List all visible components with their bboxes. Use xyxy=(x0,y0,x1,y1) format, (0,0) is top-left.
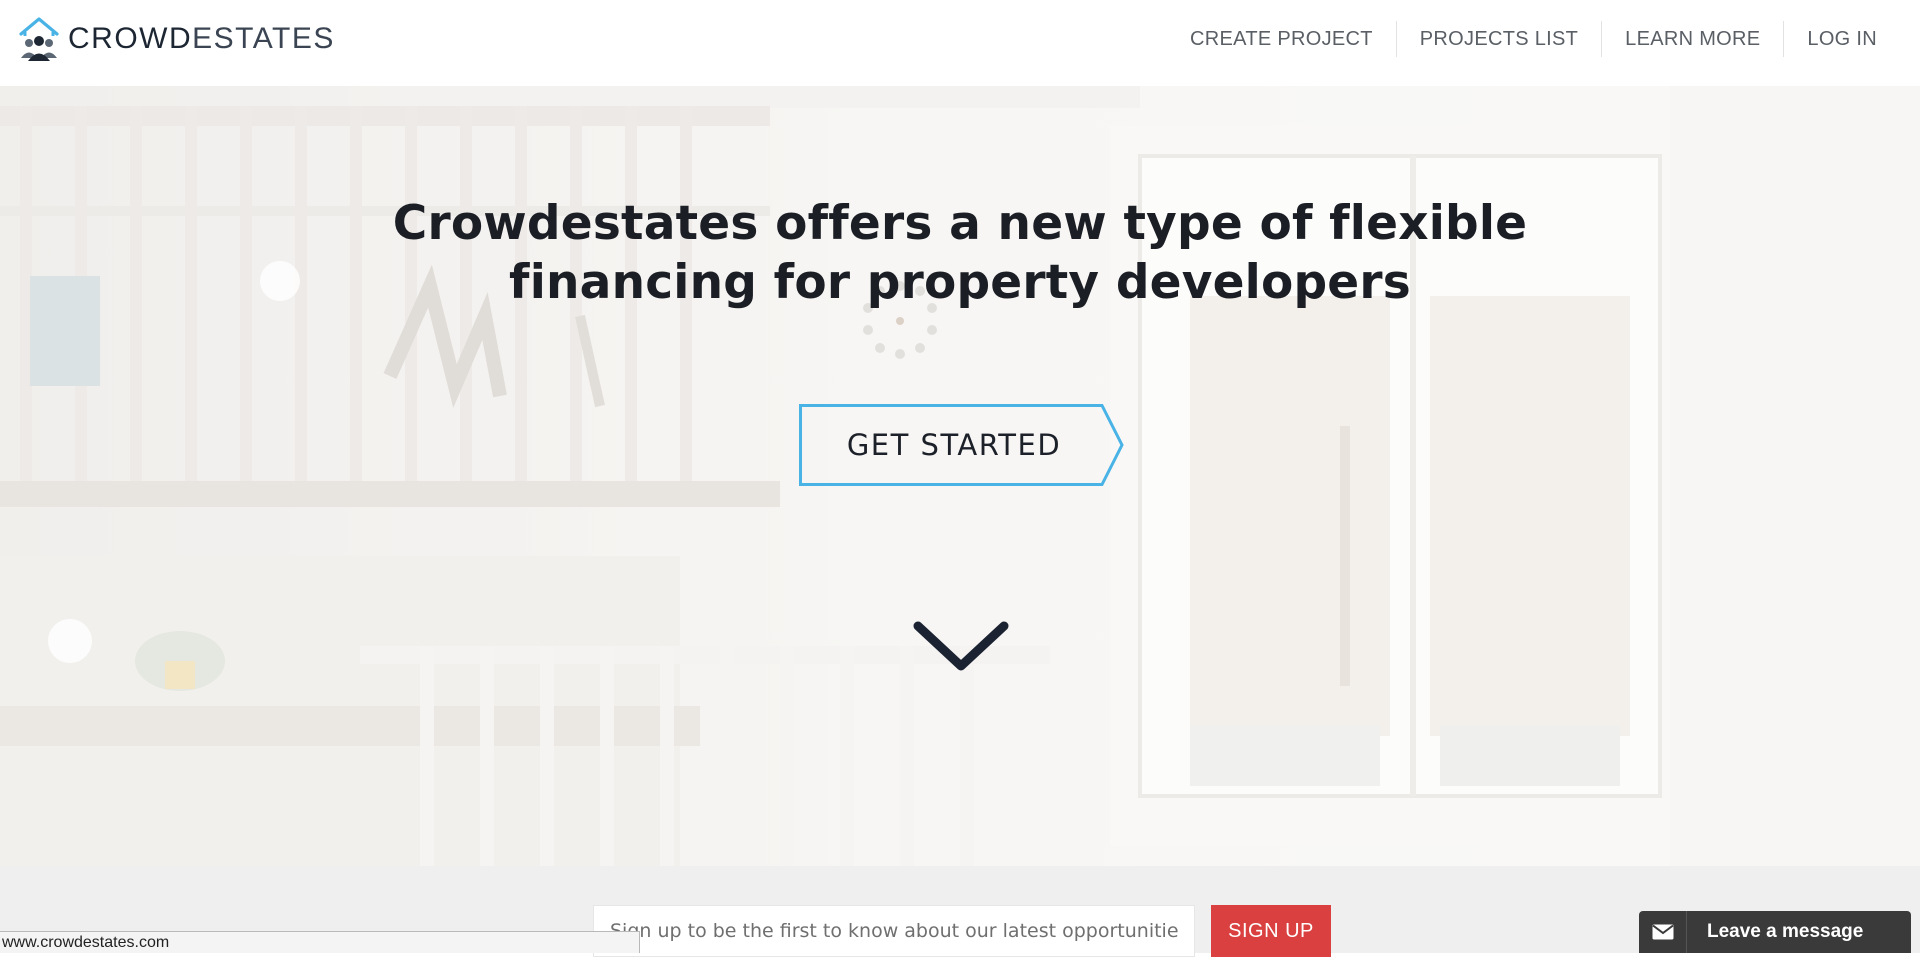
nav-create-project[interactable]: CREATE PROJECT xyxy=(1167,21,1396,57)
brand-logo-link[interactable]: CROWDESTATES xyxy=(18,16,335,62)
signup-email-input[interactable] xyxy=(593,905,1195,957)
chat-icon-box xyxy=(1639,911,1687,953)
chevron-down-icon[interactable] xyxy=(912,618,1010,674)
brand-name: CROWDESTATES xyxy=(68,24,335,54)
brand-name-bold: CROWD xyxy=(68,22,193,55)
hero-section: Crowdestates offers a new type of flexib… xyxy=(0,86,1920,866)
get-started-label: GET STARTED xyxy=(846,428,1062,462)
hero-headline: Crowdestates offers a new type of flexib… xyxy=(0,194,1920,312)
site-header: CROWDESTATES CREATE PROJECT PROJECTS LIS… xyxy=(0,0,1920,86)
status-bar-url: www.crowdestates.com xyxy=(0,931,640,953)
brand-name-light: ESTATES xyxy=(192,22,335,55)
house-people-logo-icon xyxy=(19,17,59,61)
get-started-button[interactable]: GET STARTED xyxy=(799,404,1124,486)
sign-up-button[interactable]: SIGN UP xyxy=(1211,905,1331,957)
main-nav: CREATE PROJECT PROJECTS LIST LEARN MORE … xyxy=(1167,21,1900,57)
hero-headline-line2: financing for property developers xyxy=(509,255,1411,310)
hero-headline-line1: Crowdestates offers a new type of flexib… xyxy=(392,196,1528,251)
nav-learn-more[interactable]: LEARN MORE xyxy=(1601,21,1783,57)
leave-message-label: Leave a message xyxy=(1707,921,1864,942)
nav-projects-list[interactable]: PROJECTS LIST xyxy=(1395,21,1601,57)
nav-log-in[interactable]: LOG IN xyxy=(1783,21,1900,57)
envelope-icon xyxy=(1651,924,1674,940)
leave-message-widget[interactable]: Leave a message xyxy=(1639,911,1911,953)
